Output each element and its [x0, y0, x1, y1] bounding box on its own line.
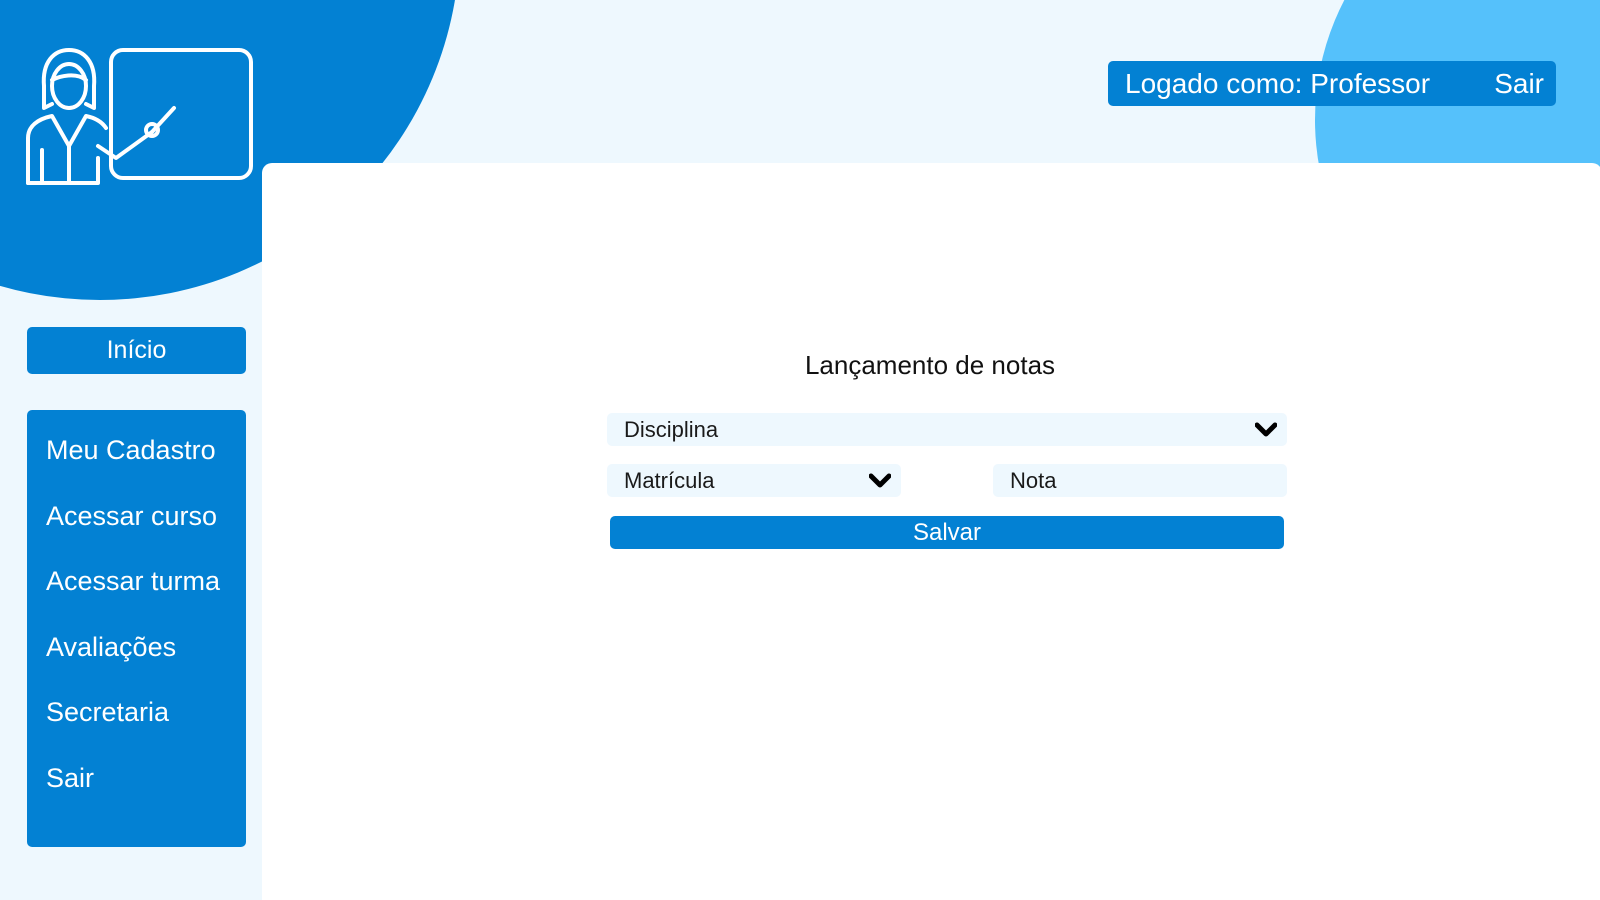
sidebar-menu: Meu Cadastro Acessar curso Acessar turma… — [27, 410, 246, 847]
save-button[interactable]: Salvar — [610, 516, 1284, 549]
sidebar-item-acessar-curso[interactable]: Acessar curso — [27, 501, 246, 567]
chevron-down-icon — [869, 473, 891, 487]
teacher-presentation-icon — [26, 48, 253, 185]
sidebar-item-secretaria[interactable]: Secretaria — [27, 697, 246, 763]
sidebar-item-avaliacoes[interactable]: Avaliações — [27, 632, 246, 698]
disciplina-select[interactable]: Disciplina — [607, 413, 1287, 446]
chevron-down-icon — [1255, 422, 1277, 436]
disciplina-select-value: Disciplina — [624, 416, 719, 442]
header-logout-link[interactable]: Sair — [1494, 68, 1544, 100]
user-status-bar: Logado como: Professor Sair — [1108, 61, 1556, 106]
home-button[interactable]: Início — [27, 327, 246, 374]
sidebar-item-sair[interactable]: Sair — [27, 763, 246, 829]
page-title: Lançamento de notas — [804, 350, 1056, 380]
sidebar-item-acessar-turma[interactable]: Acessar turma — [27, 566, 246, 632]
sidebar-item-meu-cadastro[interactable]: Meu Cadastro — [27, 435, 246, 501]
logged-in-label: Logado como: Professor — [1125, 67, 1431, 99]
app-root: Logado como: Professor Sair Início Meu C… — [0, 0, 1600, 900]
matricula-select-value: Matrícula — [624, 467, 715, 493]
nota-input-placeholder: Nota — [1010, 467, 1057, 493]
matricula-select[interactable]: Matrícula — [607, 464, 901, 497]
nota-input[interactable]: Nota — [993, 464, 1287, 497]
